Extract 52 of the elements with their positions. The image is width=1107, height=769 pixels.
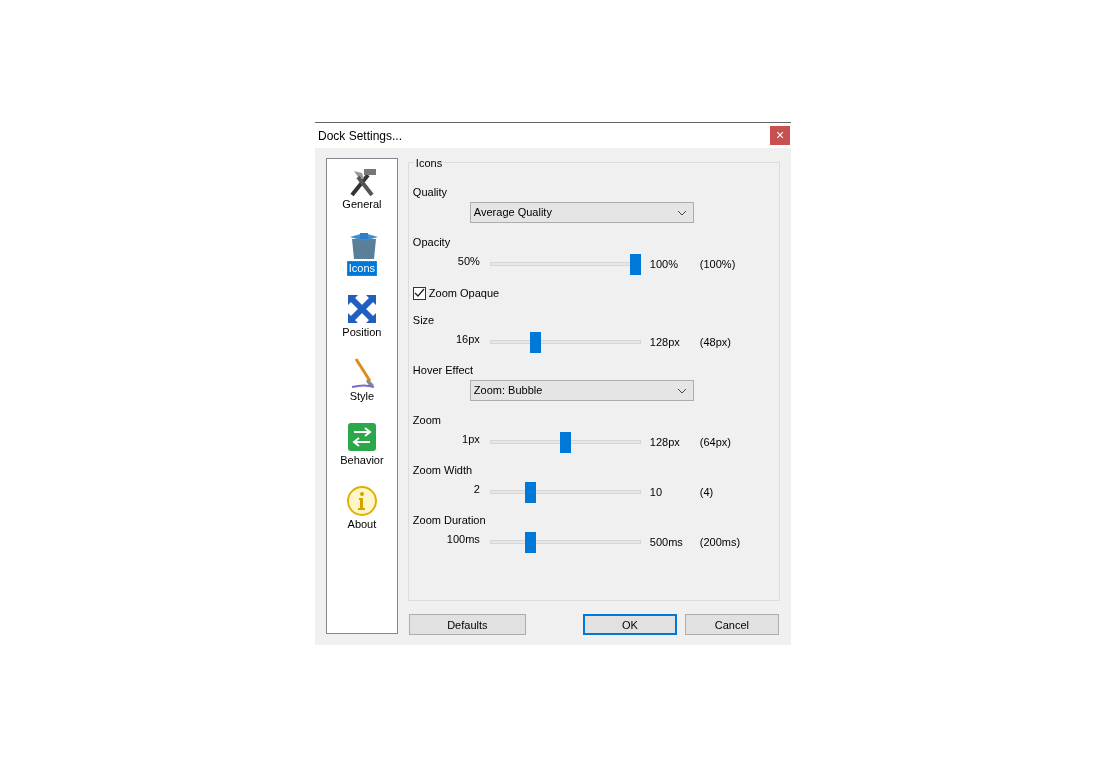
sidebar-label[interactable]: Behavior: [338, 453, 386, 468]
slider-reading: (64px): [699, 434, 732, 450]
slider-thumb[interactable]: [524, 481, 536, 503]
chevron-down-icon: [676, 209, 687, 216]
dialog-button[interactable]: Cancel: [684, 614, 779, 635]
slider-min-label: 100ms: [445, 531, 481, 547]
checkbox-label: Zoom Opaque: [428, 285, 500, 301]
slider[interactable]: [489, 481, 641, 503]
slider-reading: (100%): [699, 256, 736, 272]
slider[interactable]: [489, 253, 641, 275]
dropdown[interactable]: Average Quality: [469, 202, 694, 223]
dialog-button[interactable]: Defaults: [408, 614, 526, 635]
field-label: Opacity: [412, 235, 452, 250]
slider-min-label: 2: [472, 481, 481, 497]
slider-max-label: 128px: [648, 334, 681, 350]
dropdown[interactable]: Zoom: Bubble: [469, 380, 694, 401]
slider-reading: (4): [699, 484, 714, 500]
slider-reading: (48px): [699, 334, 732, 350]
field-label: Hover Effect: [412, 363, 475, 378]
field-label: Zoom: [412, 413, 442, 428]
slider-max-label: 500ms: [648, 534, 684, 550]
sidebar-label[interactable]: About: [345, 517, 379, 532]
slider[interactable]: [489, 431, 641, 453]
slider-min-label: 1px: [461, 431, 481, 447]
field-label: Zoom Width: [412, 463, 474, 478]
slider-min-label: 16px: [455, 331, 481, 347]
slider-max-label: 100%: [648, 256, 679, 272]
slider-thumb[interactable]: [629, 253, 641, 275]
slider[interactable]: [489, 531, 641, 553]
checkbox[interactable]: [412, 286, 426, 300]
dialog-button[interactable]: OK: [582, 614, 677, 635]
slider-max-label: 10: [648, 484, 664, 500]
slider-thumb[interactable]: [524, 531, 536, 553]
slider-reading: (200ms): [699, 534, 741, 550]
slider[interactable]: [489, 331, 641, 353]
info-icon: [345, 485, 378, 517]
sidebar-label[interactable]: Icons: [346, 261, 378, 276]
arrows-swap-icon: [345, 421, 378, 453]
four-arrows-icon: [345, 293, 378, 325]
sidebar-label[interactable]: Style: [347, 389, 377, 404]
field-label: Quality: [412, 185, 449, 200]
slider-thumb[interactable]: [530, 331, 542, 353]
close-button[interactable]: ×: [770, 126, 790, 145]
chevron-down-icon: [676, 387, 687, 394]
sidebar-label[interactable]: General: [340, 197, 384, 212]
slider-thumb[interactable]: [559, 431, 571, 453]
slider-min-label: 50%: [456, 253, 481, 269]
window-title: Dock Settings...: [318, 127, 403, 145]
sidebar-label[interactable]: Position: [340, 325, 384, 340]
slider-max-label: 128px: [648, 434, 681, 450]
field-label: Size: [412, 313, 436, 328]
field-label: Zoom Duration: [412, 513, 487, 528]
